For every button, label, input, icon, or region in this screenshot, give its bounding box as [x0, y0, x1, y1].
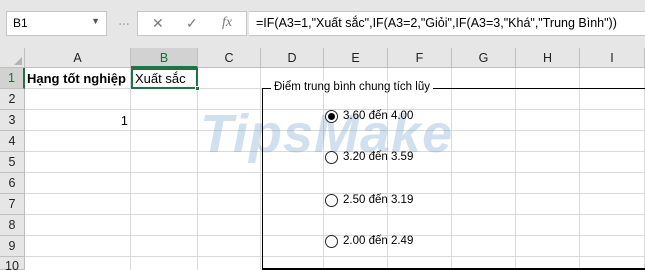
column-header-a[interactable]: A: [25, 48, 131, 68]
row-header-4[interactable]: 4: [0, 131, 25, 152]
gridline: [260, 68, 261, 270]
row-header-3[interactable]: 3: [0, 110, 25, 131]
cell-a1[interactable]: Hạng tốt nghiệp: [25, 68, 131, 89]
radio-selected-icon[interactable]: [325, 110, 338, 123]
group-box[interactable]: [262, 88, 645, 270]
formula-text: =IF(A3=1,"Xuất sắc",IF(A3=2,"Giỏi",IF(A3…: [256, 16, 617, 30]
column-header-c[interactable]: C: [198, 48, 261, 68]
radio-option-1[interactable]: 3.60 đến 4.00: [325, 109, 445, 125]
row-header-2[interactable]: 2: [0, 89, 25, 110]
check-icon[interactable]: ✓: [186, 15, 198, 32]
radio-label: 2.50 đến 3.19: [343, 194, 414, 206]
radio-label: 2.00 đến 2.49: [343, 235, 414, 247]
radio-option-2[interactable]: 3.20 đến 3.59: [325, 150, 445, 166]
column-header-e[interactable]: E: [324, 48, 388, 68]
column-header-d[interactable]: D: [261, 48, 324, 68]
formula-input[interactable]: =IF(A3=1,"Xuất sắc",IF(A3=2,"Giỏi",IF(A3…: [249, 11, 645, 36]
radio-unselected-icon[interactable]: [325, 151, 338, 164]
row-header-7[interactable]: 7: [0, 194, 25, 215]
radio-option-3[interactable]: 2.50 đến 3.19: [325, 193, 445, 209]
cell-a3[interactable]: 1: [25, 110, 131, 131]
column-header-i[interactable]: I: [580, 48, 645, 68]
group-box-title: Điểm trung bình chung tích lũy: [271, 81, 433, 93]
row-header-8[interactable]: 8: [0, 215, 25, 236]
cell-b1[interactable]: Xuất sắc: [131, 68, 198, 89]
cancel-icon[interactable]: ✕: [152, 15, 164, 32]
select-all-button[interactable]: [0, 48, 25, 68]
chevron-down-icon[interactable]: ▼: [91, 16, 100, 26]
radio-unselected-icon[interactable]: [325, 235, 338, 248]
radio-label: 3.20 đến 3.59: [343, 151, 414, 163]
row-header-1[interactable]: 1: [0, 68, 25, 89]
row-header-5[interactable]: 5: [0, 152, 25, 173]
resize-handle-icon[interactable]: ⋮: [118, 19, 131, 29]
row-header-6[interactable]: 6: [0, 173, 25, 194]
radio-unselected-icon[interactable]: [325, 194, 338, 207]
name-box-value: B1: [13, 16, 28, 30]
gridline: [197, 68, 198, 270]
column-header-f[interactable]: F: [388, 48, 452, 68]
name-box[interactable]: B1 ▼: [6, 11, 107, 36]
fill-handle[interactable]: [195, 86, 200, 91]
insert-function-button[interactable]: fx: [222, 15, 232, 31]
radio-label: 3.60 đến 4.00: [343, 110, 414, 122]
gridline: [130, 68, 131, 270]
spreadsheet-grid: A B C D E F G H I 1 2 3 4 5 6 7 8 9 10 H…: [0, 48, 645, 270]
column-header-b[interactable]: B: [131, 48, 198, 68]
row-header-9[interactable]: 9: [0, 236, 25, 257]
column-header-h[interactable]: H: [516, 48, 580, 68]
formula-bar: B1 ▼ ⋮ ✕ ✓ fx =IF(A3=1,"Xuất sắc",IF(A3=…: [0, 0, 645, 48]
row-header-10[interactable]: 10: [0, 257, 25, 270]
radio-option-4[interactable]: 2.00 đến 2.49: [325, 234, 445, 250]
column-header-g[interactable]: G: [452, 48, 516, 68]
formula-buttons: ✕ ✓ fx: [137, 11, 247, 36]
